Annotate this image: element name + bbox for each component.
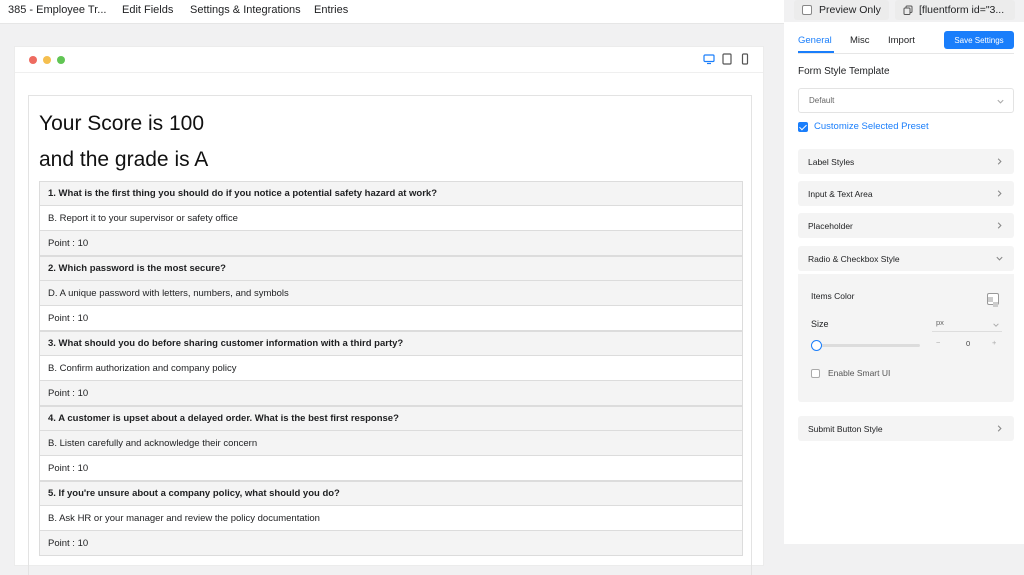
chevron-right-icon [997,222,1002,229]
customize-preset-label: Customize Selected Preset [814,121,929,132]
question-text: 1. What is the first thing you should do… [39,181,743,206]
settings-sidebar: Preview Only [fluentform id="3... Genera… [784,0,1024,544]
point-text: Point : 10 [39,381,743,406]
customize-preset-checkbox[interactable]: Customize Selected Preset [798,121,929,132]
smart-ui-checkbox[interactable]: Enable Smart UI [811,368,890,378]
items-color-label: Items Color [811,291,855,301]
form-title-tab[interactable]: 385 - Employee Tr... [8,4,106,16]
shortcode-label: [fluentform id="3... [919,4,1005,16]
chevron-right-icon [997,158,1002,165]
window-maximize-dot [57,56,65,64]
score-heading: Your Score is 100 [39,112,204,135]
accordion-label: Label Styles [808,156,855,167]
decrement-button[interactable]: − [936,338,940,347]
question-text: 5. If you're unsure about a company poli… [39,481,743,506]
tablet-view-icon[interactable] [721,53,733,65]
color-picker-icon[interactable] [987,293,999,307]
answer-text: B. Listen carefully and acknowledge thei… [39,431,743,456]
answer-text: D. A unique password with letters, numbe… [39,281,743,306]
preview-window-header [15,47,763,73]
style-template-select[interactable]: Default [798,88,1014,113]
point-text: Point : 10 [39,456,743,481]
chevron-right-icon [997,190,1002,197]
mobile-view-icon[interactable] [739,53,751,65]
checkbox-icon [802,5,812,15]
shortcode-copy-button[interactable]: [fluentform id="3... [895,0,1015,20]
checkbox-icon [811,368,820,378]
question-text: 3. What should you do before sharing cus… [39,331,743,356]
accordion-label: Radio & Checkbox Style [808,253,900,264]
preview-window: Your Score is 100 and the grade is A 1. … [14,46,764,575]
size-unit-value: px [936,318,944,327]
accordion-label: Input & Text Area [808,188,873,199]
question-block: 5. If you're unsure about a company poli… [39,481,743,556]
accordion-radio-checkbox-style[interactable]: Radio & Checkbox Style [798,246,1014,271]
accordion-label: Placeholder [808,220,853,231]
chevron-right-icon [997,425,1002,432]
point-text: Point : 10 [39,231,743,256]
tab-general[interactable]: General [798,35,832,46]
question-block: 1. What is the first thing you should do… [39,181,743,256]
copy-icon [903,5,913,15]
tab-misc[interactable]: Misc [850,35,870,46]
answer-text: B. Ask HR or your manager and review the… [39,506,743,531]
edit-fields-tab[interactable]: Edit Fields [122,4,173,16]
question-block: 3. What should you do before sharing cus… [39,331,743,406]
checkbox-checked-icon [798,121,808,132]
window-minimize-dot [43,56,51,64]
accordion-input-text-area[interactable]: Input & Text Area [798,181,1014,206]
preview-only-toggle[interactable]: Preview Only [794,0,889,20]
chevron-down-icon [997,99,1004,104]
accordion-submit-button-style[interactable]: Submit Button Style [798,416,1014,441]
size-slider-track[interactable] [816,344,920,347]
tab-import[interactable]: Import [888,35,915,46]
point-text: Point : 10 [39,306,743,331]
tabs-divider [798,53,1014,54]
chevron-down-icon [996,256,1003,261]
smart-ui-label: Enable Smart UI [828,368,891,378]
chevron-down-icon [993,323,999,327]
window-close-dot [29,56,37,64]
answer-text: B. Report it to your supervisor or safet… [39,206,743,231]
question-text: 2. Which password is the most secure? [39,256,743,281]
entries-tab[interactable]: Entries [314,4,348,16]
top-nav: 385 - Employee Tr... Edit Fields Setting… [0,0,784,24]
size-unit-select[interactable]: px [932,318,1002,332]
accordion-label-styles[interactable]: Label Styles [798,149,1014,174]
question-block: 4. A customer is upset about a delayed o… [39,406,743,481]
size-stepper[interactable]: − 0 + [932,336,1002,351]
preview-only-label: Preview Only [819,4,881,16]
accordion-label: Submit Button Style [808,423,883,434]
size-value[interactable]: 0 [966,339,970,348]
size-label: Size [811,319,829,329]
increment-button[interactable]: + [992,338,996,347]
save-settings-button[interactable]: Save Settings [944,31,1014,49]
grade-heading: and the grade is A [39,148,209,171]
header-actions: Preview Only [fluentform id="3... [784,0,1024,22]
style-template-value: Default [809,96,835,105]
result-card: Your Score is 100 and the grade is A 1. … [28,95,752,575]
question-text: 4. A customer is upset about a delayed o… [39,406,743,431]
size-slider-handle[interactable] [811,340,822,351]
settings-integrations-tab[interactable]: Settings & Integrations [190,4,301,16]
answer-text: B. Confirm authorization and company pol… [39,356,743,381]
desktop-view-icon[interactable] [703,53,715,65]
question-block: 2. Which password is the most secure? D.… [39,256,743,331]
form-style-template-label: Form Style Template [798,66,890,77]
accordion-placeholder[interactable]: Placeholder [798,213,1014,238]
radio-checkbox-panel: Items Color Size px − 0 + Enable Smart U… [798,274,1014,402]
